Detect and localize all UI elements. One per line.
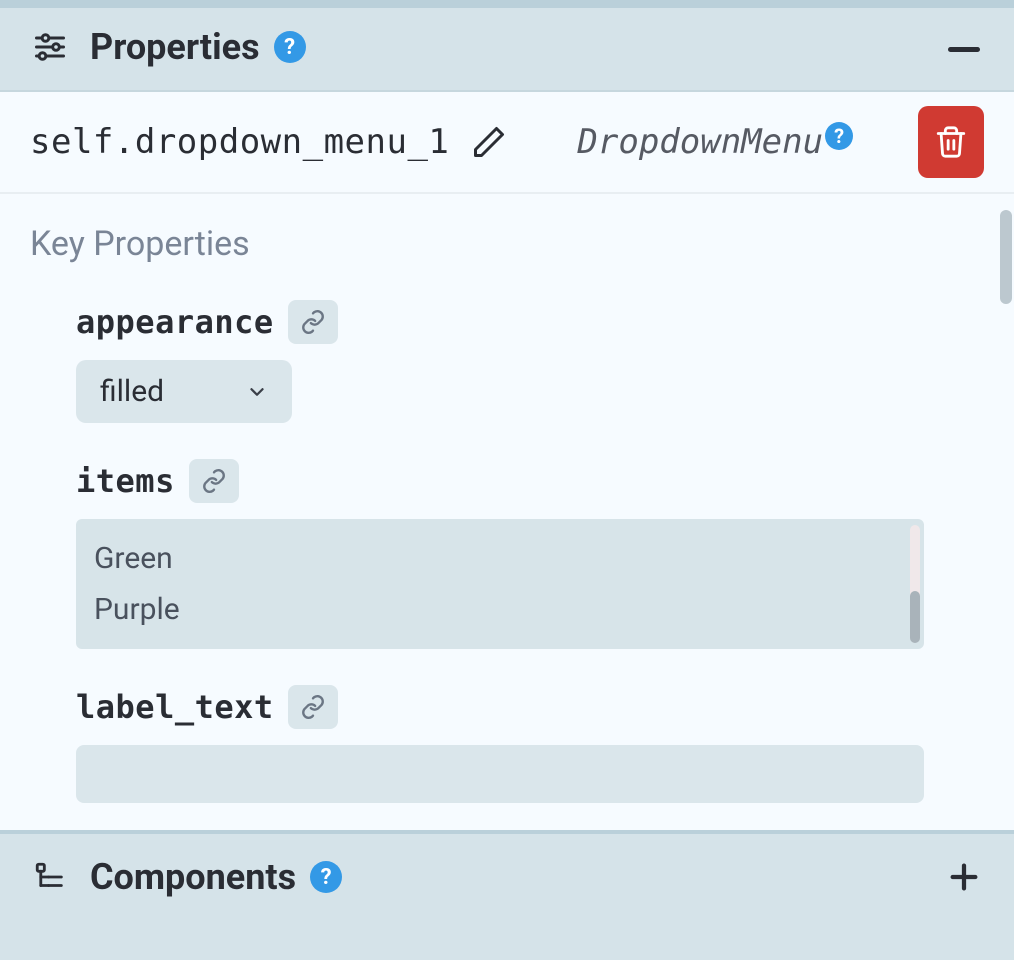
list-item[interactable]: Green	[76, 533, 924, 584]
list-item[interactable]: Purple	[76, 584, 924, 635]
minus-icon	[948, 47, 980, 52]
items-scrollbar-thumb[interactable]	[910, 591, 920, 643]
key-properties-body: Key Properties appearance filled	[0, 194, 1014, 803]
appearance-label: appearance	[76, 303, 274, 341]
link-icon	[201, 468, 227, 494]
prop-appearance-label-row: appearance	[76, 300, 984, 344]
component-identity-bar: self.dropdown_menu_1 DropdownMenu ?	[0, 92, 1014, 194]
prop-label-text-label-row: label_text	[76, 685, 984, 729]
prop-items-label-row: items	[76, 459, 984, 503]
properties-panel-header[interactable]: Properties ?	[0, 8, 1014, 90]
appearance-bind-button[interactable]	[288, 300, 338, 344]
expand-components-button[interactable]	[944, 857, 984, 897]
component-name: self.dropdown_menu_1	[30, 122, 449, 162]
delete-button[interactable]	[918, 106, 984, 178]
label-text-input[interactable]	[76, 745, 924, 803]
trash-icon	[934, 123, 968, 161]
prop-items: items Green Purple	[76, 459, 984, 649]
prop-appearance: appearance filled	[76, 300, 984, 423]
properties-help-badge[interactable]: ?	[274, 31, 306, 63]
tree-icon	[30, 857, 70, 897]
properties-panel: Properties ? self.dropdown_menu_1 Dropdo…	[0, 8, 1014, 830]
components-help-badge[interactable]: ?	[310, 861, 342, 893]
items-list[interactable]: Green Purple	[76, 519, 924, 649]
components-panel-header[interactable]: Components ?	[0, 830, 1014, 920]
component-type-help-badge[interactable]: ?	[825, 122, 853, 150]
components-title: Components	[90, 856, 296, 898]
sliders-icon	[30, 27, 70, 67]
component-type: DropdownMenu	[577, 122, 823, 162]
pencil-icon[interactable]	[471, 124, 507, 160]
label-text-label: label_text	[76, 688, 274, 726]
properties-content: self.dropdown_menu_1 DropdownMenu ?	[0, 90, 1014, 830]
top-border	[0, 0, 1014, 8]
items-bind-button[interactable]	[189, 459, 239, 503]
link-icon	[300, 694, 326, 720]
items-label: items	[76, 462, 175, 500]
properties-title: Properties	[90, 26, 260, 68]
key-properties-heading: Key Properties	[30, 224, 984, 264]
content-scrollbar-thumb[interactable]	[1000, 210, 1012, 304]
prop-label-text: label_text	[76, 685, 984, 803]
label-text-bind-button[interactable]	[288, 685, 338, 729]
appearance-value: filled	[100, 374, 164, 409]
appearance-select[interactable]: filled	[76, 360, 292, 423]
link-icon	[300, 309, 326, 335]
collapse-properties-button[interactable]	[944, 29, 984, 69]
chevron-down-icon	[246, 381, 268, 403]
plus-icon	[947, 860, 981, 894]
